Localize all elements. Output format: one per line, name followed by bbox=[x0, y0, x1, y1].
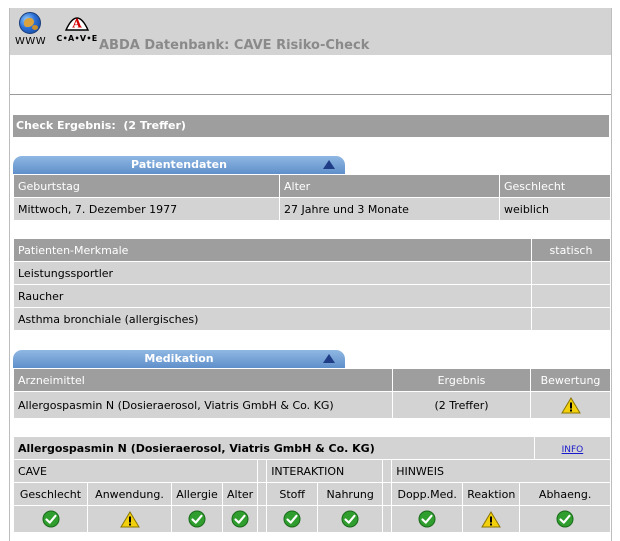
ok-check-icon bbox=[556, 510, 574, 528]
result-hits: (2 Treffer) bbox=[123, 119, 186, 132]
warning-icon bbox=[119, 510, 140, 527]
ok-check-icon bbox=[283, 510, 301, 528]
feature-static bbox=[532, 308, 610, 330]
check-status bbox=[88, 506, 171, 532]
tab-patientendaten[interactable]: Patientendaten bbox=[13, 156, 345, 174]
cave-label: C•A•V•E bbox=[56, 34, 98, 43]
check-label: Dopp.Med. bbox=[392, 483, 463, 505]
group-spacer bbox=[383, 460, 392, 482]
col-merkmale: Patienten-Merkmale bbox=[14, 239, 531, 261]
ok-check-icon bbox=[188, 510, 206, 528]
warning-icon bbox=[481, 510, 502, 527]
globe-icon bbox=[19, 12, 41, 34]
tab-patientendaten-label: Patientendaten bbox=[131, 158, 227, 171]
value-geburtstag: Mittwoch, 7. Dezember 1977 bbox=[14, 198, 279, 220]
feature-label: Asthma bronchiale (allergisches) bbox=[14, 308, 531, 330]
check-status bbox=[318, 506, 383, 532]
col-geschlecht: Geschlecht bbox=[500, 175, 610, 197]
group-spacer bbox=[383, 483, 392, 505]
feature-label: Leistungssportler bbox=[14, 262, 531, 284]
table-row: Asthma bronchiale (allergisches) bbox=[14, 308, 610, 330]
warning-icon bbox=[560, 396, 581, 413]
check-label: Stoff bbox=[267, 483, 318, 505]
collapse-triangle-icon[interactable] bbox=[323, 354, 335, 363]
check-label: Allergie bbox=[172, 483, 222, 505]
group-spacer bbox=[258, 483, 267, 505]
col-ergebnis: Ergebnis bbox=[393, 369, 530, 391]
check-status bbox=[14, 506, 87, 532]
group-hinweis: HINWEIS bbox=[392, 460, 610, 482]
pharmacy-a-icon: A bbox=[64, 17, 90, 31]
col-arzneimittel: Arzneimittel bbox=[14, 369, 392, 391]
result-label: Check Ergebnis: bbox=[16, 119, 116, 132]
collapse-triangle-icon[interactable] bbox=[323, 160, 335, 169]
col-bewertung: Bewertung bbox=[531, 369, 610, 391]
check-status bbox=[172, 506, 222, 532]
check-label: Abhaeng. bbox=[520, 483, 610, 505]
group-spacer bbox=[258, 506, 267, 532]
feature-static bbox=[532, 262, 610, 284]
check-label: Alter bbox=[223, 483, 258, 505]
check-label: Anwendung. bbox=[88, 483, 171, 505]
group-spacer bbox=[383, 506, 392, 532]
features-table: Patienten-Merkmale statisch Leistungsspo… bbox=[13, 238, 611, 331]
group-spacer bbox=[258, 460, 267, 482]
value-alter: 27 Jahre und 3 Monate bbox=[280, 198, 499, 220]
table-row[interactable]: Allergospasmin N (Dosieraerosol, Viatris… bbox=[14, 392, 610, 418]
table-row: Raucher bbox=[14, 285, 610, 307]
table-row: Leistungssportler bbox=[14, 262, 610, 284]
feature-label: Raucher bbox=[14, 285, 531, 307]
col-statisch: statisch bbox=[532, 239, 610, 261]
info-cell: INFO bbox=[534, 437, 610, 459]
result-bar: Check Ergebnis: (2 Treffer) bbox=[13, 115, 609, 137]
medication-table: Arzneimittel Ergebnis Bewertung Allergos… bbox=[13, 368, 611, 419]
info-link[interactable]: INFO bbox=[562, 445, 584, 455]
svg-text:A: A bbox=[71, 17, 82, 31]
ok-check-icon bbox=[418, 510, 436, 528]
value-geschlecht: weiblich bbox=[500, 198, 610, 220]
ok-check-icon bbox=[231, 510, 249, 528]
www-label: WWW bbox=[15, 36, 47, 47]
detail-drug-title: Allergospasmin N (Dosieraerosol, Viatris… bbox=[14, 437, 534, 459]
ok-check-icon bbox=[341, 510, 359, 528]
app-frame: WWW A C•A•V•E ABDA Datenbank: CAVE Risik… bbox=[9, 8, 612, 541]
check-status bbox=[520, 506, 610, 532]
check-status bbox=[223, 506, 258, 532]
col-geburtstag: Geburtstag bbox=[14, 175, 279, 197]
drug-result: (2 Treffer) bbox=[393, 392, 530, 418]
www-logo[interactable]: WWW bbox=[15, 12, 47, 47]
check-label: Nahrung bbox=[318, 483, 383, 505]
header-bar: WWW A C•A•V•E ABDA Datenbank: CAVE Risik… bbox=[10, 8, 611, 55]
check-status bbox=[267, 506, 318, 532]
group-cave: CAVE bbox=[14, 460, 258, 482]
check-label: Reaktion bbox=[463, 483, 520, 505]
ok-check-icon bbox=[42, 510, 59, 528]
group-interaktion: INTERAKTION bbox=[267, 460, 383, 482]
tab-medikation-label: Medikation bbox=[144, 352, 214, 365]
tab-medikation[interactable]: Medikation bbox=[13, 350, 345, 368]
cave-logo[interactable]: A C•A•V•E bbox=[56, 12, 98, 44]
detail-table: Allergospasmin N (Dosieraerosol, Viatris… bbox=[13, 436, 611, 533]
app-title: ABDA Datenbank: CAVE Risiko-Check bbox=[99, 38, 370, 53]
toolbar-area bbox=[10, 55, 611, 95]
patient-table: Geburtstag Alter Geschlecht Mittwoch, 7.… bbox=[13, 174, 611, 221]
check-status bbox=[392, 506, 463, 532]
check-label: Geschlecht bbox=[14, 483, 87, 505]
drug-rating bbox=[531, 392, 610, 418]
drug-name[interactable]: Allergospasmin N (Dosieraerosol, Viatris… bbox=[14, 392, 392, 418]
col-alter: Alter bbox=[280, 175, 499, 197]
feature-static bbox=[532, 285, 610, 307]
check-status bbox=[463, 506, 520, 532]
